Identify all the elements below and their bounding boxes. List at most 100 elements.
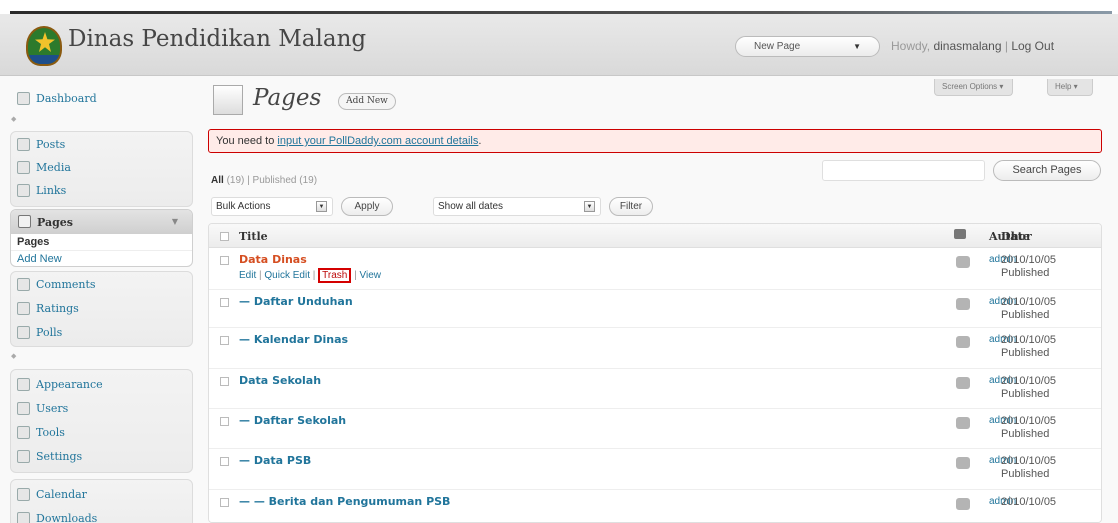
bulk-actions-value: Bulk Actions xyxy=(216,201,271,212)
column-date[interactable]: Date xyxy=(1001,230,1030,243)
separator: | xyxy=(312,270,316,281)
comment-count-icon[interactable] xyxy=(956,377,970,389)
row-checkbox[interactable] xyxy=(220,298,229,307)
edit-link[interactable]: Edit xyxy=(239,270,256,281)
sidebar-item-label: Dashboard xyxy=(36,92,97,105)
menu-separator: ◆ xyxy=(11,116,17,123)
sidebar-item-ratings[interactable]: Ratings xyxy=(10,297,193,319)
sidebar-item-label: Pages xyxy=(37,216,73,229)
comment-count-icon[interactable] xyxy=(956,336,970,348)
filter-button[interactable]: Filter xyxy=(609,197,653,216)
date-filter-value: Show all dates xyxy=(438,201,504,212)
table-row: Data Sekolah admin 2010/10/05 Published xyxy=(209,369,1101,409)
polldaddy-account-link[interactable]: input your PollDaddy.com account details xyxy=(277,135,478,147)
dropdown-arrow-icon[interactable]: ▼ xyxy=(316,201,327,212)
table-row: — Daftar Unduhan admin 2010/10/05 Publish… xyxy=(209,290,1101,328)
row-checkbox[interactable] xyxy=(220,377,229,386)
submenu-pages[interactable]: Pages xyxy=(11,234,192,250)
page-title-link[interactable]: — Daftar Unduhan xyxy=(239,295,353,308)
sidebar-item-links[interactable]: Links xyxy=(10,179,193,201)
search-input[interactable] xyxy=(822,160,985,181)
site-title[interactable]: Dinas Pendidikan Malang xyxy=(68,26,366,52)
appearance-icon xyxy=(17,378,30,391)
table-header: Title Author Date xyxy=(209,224,1101,248)
search-pages-button[interactable]: Search Pages xyxy=(993,160,1101,181)
page-title-link[interactable]: — Kalendar Dinas xyxy=(239,333,348,346)
comment-count-icon[interactable] xyxy=(956,457,970,469)
page-title-link[interactable]: Data Sekolah xyxy=(239,374,321,387)
sidebar-item-media[interactable]: Media xyxy=(10,156,193,178)
logout-link[interactable]: Log Out xyxy=(1011,39,1054,53)
page-title-link[interactable]: — Daftar Sekolah xyxy=(239,414,346,427)
row-checkbox[interactable] xyxy=(220,256,229,265)
view-link[interactable]: View xyxy=(360,270,382,281)
sidebar-item-posts[interactable]: Posts xyxy=(10,133,193,155)
sidebar-item-label: Media xyxy=(36,161,71,174)
sidebar-item-tools[interactable]: Tools xyxy=(10,421,193,443)
sidebar-item-polls[interactable]: Polls xyxy=(10,321,193,343)
help-tab[interactable]: Help ▾ xyxy=(1047,79,1093,96)
downloads-icon xyxy=(17,512,30,523)
separator: | xyxy=(1004,39,1008,53)
comment-count-icon[interactable] xyxy=(956,498,970,510)
comment-count-icon[interactable] xyxy=(956,298,970,310)
date-cell: 2010/10/05 Published xyxy=(1001,254,1056,280)
sidebar-item-label: Appearance xyxy=(36,378,103,391)
admin-sidebar: Dashboard ◆ Posts Media Links Pages ▼ Pa… xyxy=(0,77,205,523)
sidebar-item-label: Tools xyxy=(36,426,65,439)
row-actions: Edit | Quick Edit | Trash | View xyxy=(239,268,382,283)
bulk-actions-select[interactable]: Bulk Actions ▼ xyxy=(211,197,333,216)
settings-icon xyxy=(17,450,30,463)
select-all-checkbox[interactable] xyxy=(220,232,229,241)
comments-column-icon[interactable] xyxy=(954,229,966,239)
filter-published[interactable]: Published xyxy=(253,175,297,186)
admin-header: Dinas Pendidikan Malang New Page ▼ Howdy… xyxy=(0,14,1118,76)
date-cell: 2010/10/05 Published xyxy=(1001,455,1056,481)
pages-icon xyxy=(213,85,243,115)
comment-count-icon[interactable] xyxy=(956,256,970,268)
sidebar-pages-menu: Pages ▼ Pages Add New xyxy=(10,209,193,267)
table-row: — — Berita dan Pengumuman PSB admin 2010… xyxy=(209,490,1101,522)
row-checkbox[interactable] xyxy=(220,457,229,466)
quick-edit-link[interactable]: Quick Edit xyxy=(264,270,310,281)
sidebar-item-appearance[interactable]: Appearance xyxy=(10,373,193,395)
main-content: Pages Add New Screen Options ▾ Help ▾ Yo… xyxy=(205,77,1118,523)
add-new-button[interactable]: Add New xyxy=(338,93,396,110)
howdy-text: Howdy, xyxy=(891,39,931,53)
top-stripe xyxy=(0,0,1118,14)
dropdown-arrow-icon[interactable]: ▼ xyxy=(584,201,595,212)
status-value: Published xyxy=(1001,309,1050,321)
date-value: 2010/10/05 xyxy=(1001,455,1057,467)
sidebar-item-users[interactable]: Users xyxy=(10,397,193,419)
row-checkbox[interactable] xyxy=(220,417,229,426)
date-value: 2010/10/05 xyxy=(1001,334,1057,346)
polldaddy-notice: You need to input your PollDaddy.com acc… xyxy=(208,129,1102,153)
sidebar-item-pages[interactable]: Pages ▼ xyxy=(11,210,192,234)
username-link[interactable]: dinasmalang xyxy=(933,39,1001,53)
column-title[interactable]: Title xyxy=(239,230,268,243)
sidebar-item-dashboard[interactable]: Dashboard xyxy=(10,87,193,109)
chevron-down-icon[interactable]: ▼ xyxy=(853,42,861,51)
submenu-add-new[interactable]: Add New xyxy=(11,250,192,266)
trash-link[interactable]: Trash xyxy=(318,268,352,283)
sidebar-item-settings[interactable]: Settings xyxy=(10,445,193,467)
notice-period: . xyxy=(478,135,482,147)
favorite-actions-dropdown[interactable]: New Page ▼ xyxy=(735,36,880,57)
page-title-link[interactable]: — — Berita dan Pengumuman PSB xyxy=(239,495,450,508)
comment-count-icon[interactable] xyxy=(956,417,970,429)
sidebar-item-label: Links xyxy=(36,184,67,197)
screen-options-tab[interactable]: Screen Options ▾ xyxy=(934,79,1013,96)
date-cell: 2010/10/05 Published xyxy=(1001,334,1056,360)
apply-button[interactable]: Apply xyxy=(341,197,393,216)
date-filter-select[interactable]: Show all dates ▼ xyxy=(433,197,601,216)
page-title-link[interactable]: Data Dinas xyxy=(239,253,307,266)
chevron-down-icon[interactable]: ▼ xyxy=(172,216,178,226)
sidebar-item-calendar[interactable]: Calendar xyxy=(10,483,193,505)
filter-all[interactable]: All xyxy=(211,175,224,186)
row-checkbox[interactable] xyxy=(220,498,229,507)
page-title-link[interactable]: — Data PSB xyxy=(239,454,311,467)
sidebar-item-downloads[interactable]: Downloads xyxy=(10,507,193,523)
sidebar-item-comments[interactable]: Comments xyxy=(10,273,193,295)
separator: | xyxy=(259,270,262,281)
row-checkbox[interactable] xyxy=(220,336,229,345)
